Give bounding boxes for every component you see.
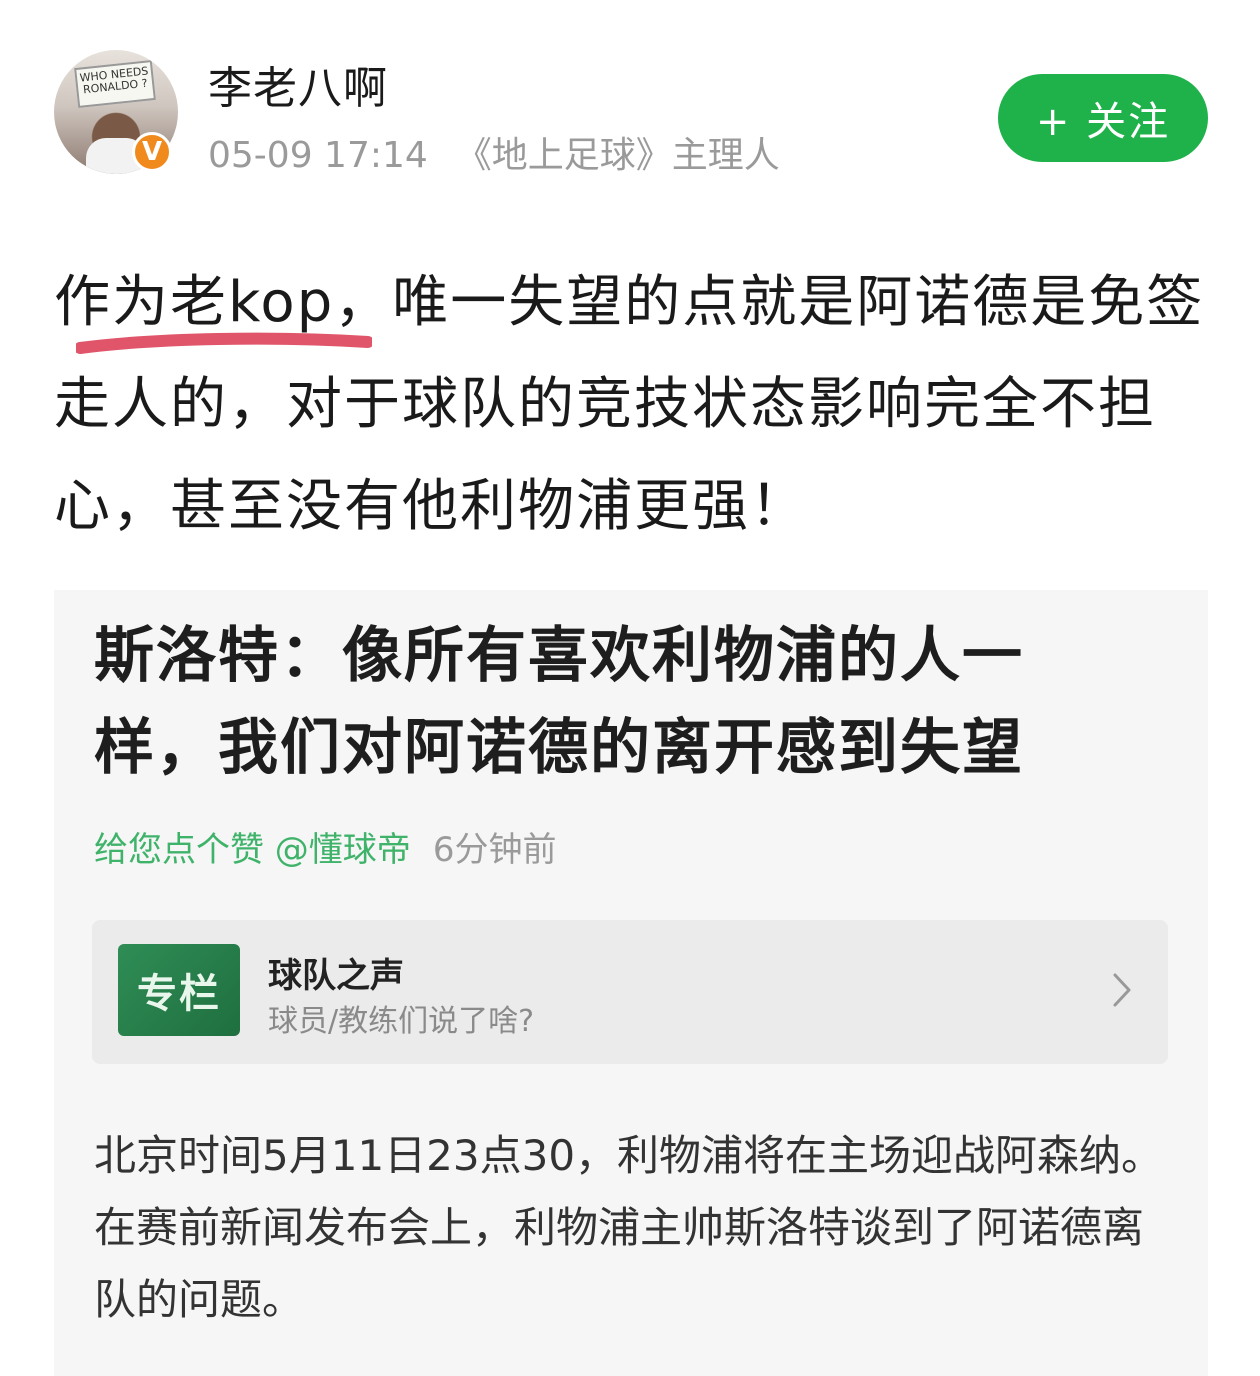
post-text: 作为老kop，唯一失望的点就是阿诺德是免签走人的，对于球队的竞技状态影响完全不担… bbox=[54, 270, 1205, 539]
article-meta: 给您点个赞 @懂球帝 6分钟前 bbox=[94, 822, 556, 871]
author-role: 《地上足球》主理人 bbox=[455, 135, 780, 176]
handwritten-underline bbox=[76, 332, 372, 354]
verified-badge-icon: V bbox=[132, 132, 172, 172]
column-title: 球队之声 bbox=[268, 956, 404, 996]
article-title: 斯洛特：像所有喜欢利物浦的人一样，我们对阿诺德的离开感到失望 bbox=[94, 621, 1024, 783]
column-thumbnail: 专栏 bbox=[118, 944, 240, 1036]
column-subtitle: 球员/教练们说了啥? bbox=[268, 1004, 535, 1039]
article-body: 北京时间5月11日23点30，利物浦将在主场迎战阿森纳。在赛前新闻发布会上，利物… bbox=[94, 1131, 1164, 1324]
column-link[interactable]: 专栏 球队之声 球员/教练们说了啥? bbox=[92, 920, 1168, 1064]
follow-button[interactable]: + 关注 bbox=[998, 74, 1208, 162]
shared-article-card[interactable]: 斯洛特：像所有喜欢利物浦的人一样，我们对阿诺德的离开感到失望 给您点个赞 @懂球… bbox=[54, 590, 1208, 1376]
article-time: 6分钟前 bbox=[432, 830, 557, 870]
username[interactable]: 李老八啊 bbox=[208, 52, 388, 116]
post-meta: 05-09 17:14 《地上足球》主理人 bbox=[208, 126, 780, 178]
chevron-right-icon bbox=[1113, 973, 1131, 1007]
post-timestamp: 05-09 17:14 bbox=[208, 135, 428, 176]
avatar-sign: WHO NEEDS RONALDO ? bbox=[74, 60, 156, 108]
article-author[interactable]: 给您点个赞 @懂球帝 bbox=[94, 830, 411, 870]
